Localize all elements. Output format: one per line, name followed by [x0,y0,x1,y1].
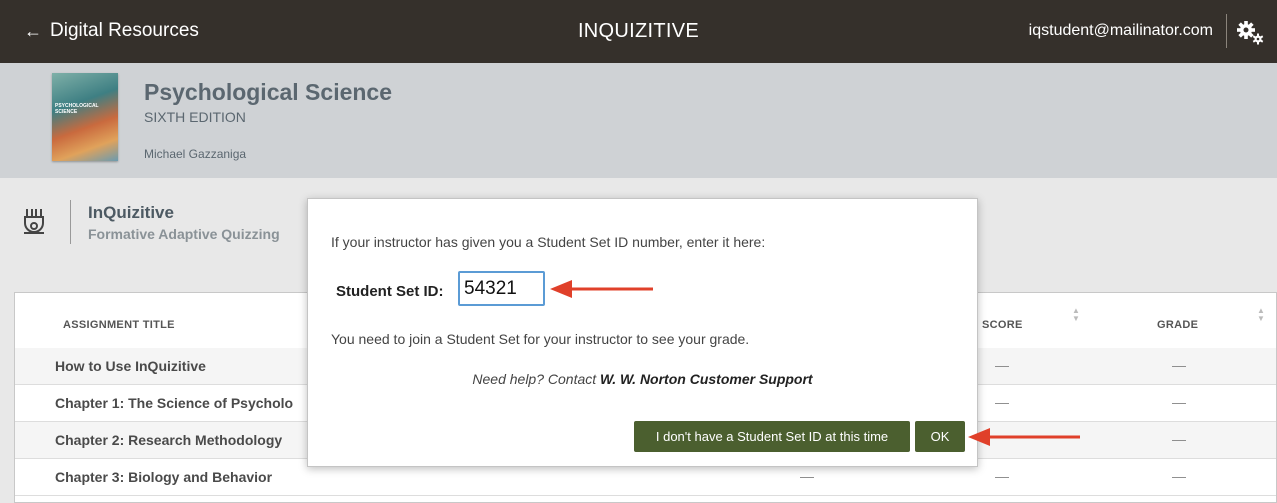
score-value: — [995,357,1009,373]
assignment-title[interactable]: Chapter 1: The Science of Psycholo [55,395,293,411]
student-set-id-label: Student Set ID: [336,283,444,300]
top-bar: ← Digital Resources INQUIZITIVE iqstuden… [0,0,1277,63]
column-header-score[interactable]: SCORE [982,319,1023,331]
grade-value: — [1172,394,1186,410]
dialog-prompt: If your instructor has given you a Stude… [331,234,766,250]
help-prefix: Need help? Contact [472,371,601,387]
score-value: — [995,394,1009,410]
book-cover-text: PSYCHOLOGICAL SCIENCE [55,103,99,115]
no-student-set-button[interactable]: I don't have a Student Set ID at this ti… [634,421,910,452]
grade-value: — [1172,357,1186,373]
grade-value: — [1172,431,1186,447]
settings-gear-icon[interactable] [1235,18,1265,46]
ok-button[interactable]: OK [915,421,965,452]
product-title: InQuizitive [88,203,174,222]
column-header-grade[interactable]: GRADE [1157,319,1198,331]
annotation-arrow-icon [968,428,1080,446]
student-set-dialog: If your instructor has given you a Stude… [307,198,978,467]
help-text: Need help? Contact W. W. Norton Customer… [308,371,977,387]
score-sort-icon[interactable]: ▲ ▼ [1072,307,1080,323]
due-value: — [800,468,814,484]
student-set-id-input[interactable] [458,271,545,306]
product-divider [70,200,71,244]
topbar-divider [1226,14,1227,48]
score-value: — [995,468,1009,484]
inquizitive-logo-icon [24,209,44,234]
assignment-title[interactable]: Chapter 3: Biology and Behavior [55,469,272,485]
product-subtitle: Formative Adaptive Quizzing [88,226,280,242]
book-header: PSYCHOLOGICAL SCIENCE Psychological Scie… [0,63,1277,178]
book-cover-image: PSYCHOLOGICAL SCIENCE [52,73,118,161]
book-author: Michael Gazzaniga [144,147,247,161]
book-title: Psychological Science [144,79,393,105]
grade-value: — [1172,468,1186,484]
user-email[interactable]: iqstudent@mailinator.com [1029,22,1213,40]
book-edition: SIXTH EDITION [144,109,246,125]
assignment-title[interactable]: Chapter 2: Research Methodology [55,432,282,448]
dialog-note: You need to join a Student Set for your … [331,331,750,347]
support-link[interactable]: W. W. Norton Customer Support [600,371,813,387]
assignment-title[interactable]: How to Use InQuizitive [55,358,206,374]
annotation-arrow-icon [550,280,653,298]
column-header-title[interactable]: ASSIGNMENT TITLE [63,319,175,331]
grade-sort-icon[interactable]: ▲ ▼ [1257,307,1265,323]
